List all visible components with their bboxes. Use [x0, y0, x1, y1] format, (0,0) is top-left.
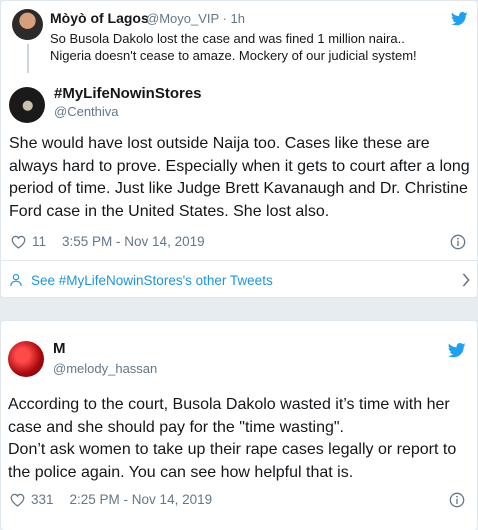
- tweet-text: According to the court, Busola Dakolo wa…: [8, 396, 457, 482]
- author-handle[interactable]: @melody_hassan: [53, 361, 157, 376]
- info-icon[interactable]: [449, 492, 465, 508]
- embedded-tweet-card: Mòyò of Lagos @Moyo_VIP · 1h So Busola D…: [0, 0, 478, 298]
- heart-icon[interactable]: [11, 235, 26, 249]
- divider: [1, 260, 477, 261]
- quoted-author-name[interactable]: Mòyò of Lagos: [50, 10, 149, 26]
- twitter-bird-icon[interactable]: [448, 343, 466, 358]
- quoted-author-handle-time[interactable]: @Moyo_VIP · 1h: [146, 11, 245, 26]
- chevron-right-icon[interactable]: [461, 273, 471, 287]
- quoted-handle[interactable]: @Moyo_VIP: [146, 11, 219, 26]
- author-handle[interactable]: @Centhiva: [54, 104, 119, 119]
- heart-icon[interactable]: [10, 493, 25, 507]
- like-count[interactable]: 331: [31, 492, 54, 507]
- person-icon: [10, 273, 22, 286]
- timestamp-link[interactable]: 3:55 PM - Nov 14, 2019: [62, 234, 205, 249]
- tweet-text: She would have lost outside Naija too. C…: [9, 135, 470, 221]
- author-name[interactable]: M: [53, 340, 66, 357]
- quoted-tweet-text: So Busola Dakolo lost the case and was f…: [50, 31, 417, 63]
- thread-connector-line: [27, 44, 29, 73]
- author-avatar[interactable]: [8, 341, 44, 377]
- quoted-avatar[interactable]: [12, 9, 43, 40]
- info-icon[interactable]: [450, 234, 466, 250]
- timestamp-link[interactable]: 2:25 PM - Nov 14, 2019: [70, 492, 213, 507]
- author-name[interactable]: #MyLifeNowinStores: [54, 85, 202, 102]
- see-other-tweets-link[interactable]: See #MyLifeNowinStores's other Tweets: [9, 265, 471, 295]
- author-avatar[interactable]: [9, 87, 45, 123]
- quoted-time[interactable]: · 1h: [223, 11, 245, 26]
- twitter-bird-icon[interactable]: [451, 12, 468, 26]
- tweet-meta: 11 3:55 PM - Nov 14, 2019: [11, 234, 205, 249]
- like-count[interactable]: 11: [32, 234, 46, 249]
- see-other-tweets-label[interactable]: See #MyLifeNowinStores's other Tweets: [31, 273, 273, 288]
- tweet-meta: 331 2:25 PM - Nov 14, 2019: [10, 492, 212, 507]
